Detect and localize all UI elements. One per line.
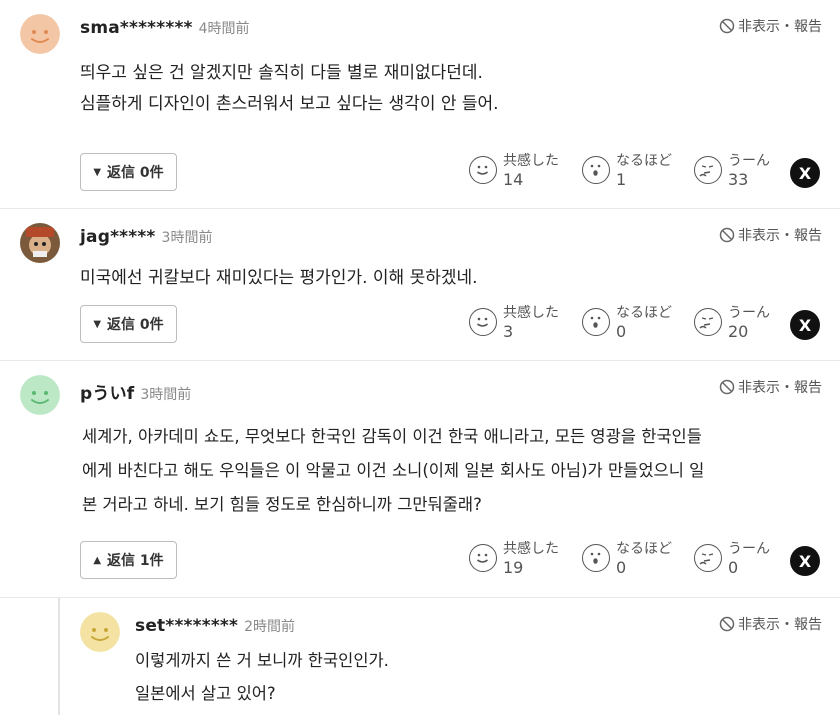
comment-text: 이렇게까지 쓴 거 보니까 한국인인가. 일본에서 살고 있어? bbox=[135, 644, 389, 710]
thinking-icon bbox=[694, 156, 722, 184]
smile-icon bbox=[469, 544, 497, 572]
x-share-button[interactable]: X bbox=[790, 158, 820, 188]
username[interactable]: pういf 3時間前 bbox=[80, 379, 191, 404]
avatar[interactable] bbox=[20, 223, 60, 263]
comment-1: sma******** 4時間前 非表示・報告 띄우고 싶은 건 알겠지만 솔직히… bbox=[0, 0, 840, 208]
comment-2: jag***** 3時間前 非表示・報告 미국에선 귀칼보다 재미있다는 평가인가… bbox=[0, 209, 840, 360]
avatar[interactable] bbox=[80, 612, 120, 652]
username-text[interactable]: pういf bbox=[80, 384, 134, 404]
triangle-down-icon: ▼ bbox=[93, 166, 102, 178]
x-share-button[interactable]: X bbox=[790, 546, 820, 576]
thinking-icon bbox=[694, 308, 722, 336]
hide-report-link[interactable]: 非表示・報告 bbox=[719, 225, 822, 245]
reaction-label: なるほど bbox=[616, 153, 672, 169]
reply-button-label: 返信 0件 bbox=[107, 317, 164, 333]
comment-text: 세계가, 아카데미 쇼도, 무엇보다 한국인 감독이 이건 한국 애니라고, 모… bbox=[82, 420, 704, 522]
reaction-empathy[interactable]: 共感した 14 bbox=[469, 152, 559, 190]
username-text[interactable]: sma******** bbox=[80, 18, 193, 38]
timestamp: 4時間前 bbox=[198, 21, 250, 37]
triangle-up-icon: ▲ bbox=[93, 554, 102, 566]
hide-report-label[interactable]: 非表示・報告 bbox=[738, 225, 822, 245]
x-logo-icon: X bbox=[798, 551, 812, 571]
comment-line: 띄우고 싶은 건 알겠지만 솔직히 다들 별로 재미없다던데. bbox=[80, 63, 483, 83]
surprised-icon bbox=[582, 156, 610, 184]
reaction-label: うーん bbox=[728, 305, 770, 321]
reaction-label: 共感した bbox=[503, 541, 559, 557]
x-share-button[interactable]: X bbox=[790, 310, 820, 340]
comment-line: 에게 바친다고 해도 우익들은 이 악물고 이건 소니(이제 일본 회사도 아님… bbox=[82, 461, 705, 480]
username[interactable]: sma******** 4時間前 bbox=[80, 18, 250, 38]
reaction-count: 3 bbox=[503, 322, 514, 341]
comment-text: 미국에선 귀칼보다 재미있다는 평가인가. 이해 못하겠네. bbox=[80, 263, 478, 294]
reply-button-label: 返信 1件 bbox=[107, 553, 164, 569]
triangle-down-icon: ▼ bbox=[93, 318, 102, 330]
reaction-count: 33 bbox=[728, 170, 749, 189]
reaction-label: うーん bbox=[728, 153, 770, 169]
block-icon bbox=[719, 616, 735, 632]
reaction-count: 0 bbox=[616, 322, 627, 341]
reaction-count: 0 bbox=[728, 558, 739, 577]
timestamp: 2時間前 bbox=[244, 619, 296, 635]
username[interactable]: set******** 2時間前 bbox=[135, 616, 295, 636]
reaction-label: 共感した bbox=[503, 305, 559, 321]
username-text[interactable]: set******** bbox=[135, 616, 238, 636]
reaction-empathy[interactable]: 共感した 3 bbox=[469, 304, 559, 342]
reaction-label: 共感した bbox=[503, 153, 559, 169]
reaction-uun[interactable]: うーん 0 bbox=[694, 540, 770, 578]
comment-line: 본 거라고 하네. 보기 힘들 정도로 한심하니까 그만둬줄래? bbox=[82, 495, 482, 514]
reaction-naruhodo[interactable]: なるほど 0 bbox=[582, 304, 672, 342]
x-logo-icon: X bbox=[798, 163, 812, 183]
comment-line: 일본에서 살고 있어? bbox=[135, 684, 276, 703]
hide-report-label[interactable]: 非表示・報告 bbox=[738, 16, 822, 36]
timestamp: 3時間前 bbox=[161, 230, 213, 246]
reaction-count: 0 bbox=[616, 558, 627, 577]
surprised-icon bbox=[582, 308, 610, 336]
hide-report-link[interactable]: 非表示・報告 bbox=[719, 16, 822, 36]
reaction-label: なるほど bbox=[616, 305, 672, 321]
hide-report-label[interactable]: 非表示・報告 bbox=[738, 377, 822, 397]
reaction-count: 14 bbox=[503, 170, 524, 189]
reply-toggle-button[interactable]: ▼ 返信 0件 bbox=[80, 305, 177, 343]
thinking-icon bbox=[694, 544, 722, 572]
reaction-count: 1 bbox=[616, 170, 627, 189]
comment-text: 띄우고 싶은 건 알겠지만 솔직히 다들 별로 재미없다던데. 심플하게 디자인… bbox=[80, 58, 499, 120]
x-logo-icon: X bbox=[798, 315, 812, 335]
reaction-naruhodo[interactable]: なるほど 0 bbox=[582, 540, 672, 578]
reaction-count: 20 bbox=[728, 322, 749, 341]
hide-report-label[interactable]: 非表示・報告 bbox=[738, 614, 822, 634]
reply-button-label: 返信 0件 bbox=[107, 165, 164, 181]
reaction-label: なるほど bbox=[616, 541, 672, 557]
hide-report-link[interactable]: 非表示・報告 bbox=[719, 614, 822, 634]
smile-icon bbox=[469, 308, 497, 336]
avatar[interactable] bbox=[20, 14, 60, 54]
comment-3: pういf 3時間前 非表示・報告 세계가, 아카데미 쇼도, 무엇보다 한국인 감… bbox=[0, 361, 840, 597]
username[interactable]: jag***** 3時間前 bbox=[80, 227, 212, 247]
reaction-empathy[interactable]: 共感した 19 bbox=[469, 540, 559, 578]
reply-toggle-button[interactable]: ▼ 返信 0件 bbox=[80, 153, 177, 191]
comment-line: 심플하게 디자인이 촌스러워서 보고 싶다는 생각이 안 들어. bbox=[80, 94, 499, 114]
comment-line: 이렇게까지 쓴 거 보니까 한국인인가. bbox=[135, 651, 389, 670]
comment-line: 세계가, 아카데미 쇼도, 무엇보다 한국인 감독이 이건 한국 애니라고, 모… bbox=[82, 427, 702, 446]
reply-comment-1: set******** 2時間前 非表示・報告 이렇게까지 쓴 거 보니까 한국인… bbox=[0, 598, 840, 715]
reaction-naruhodo[interactable]: なるほど 1 bbox=[582, 152, 672, 190]
timestamp: 3時間前 bbox=[140, 387, 192, 403]
reaction-count: 19 bbox=[503, 558, 524, 577]
reaction-uun[interactable]: うーん 20 bbox=[694, 304, 770, 342]
hide-report-link[interactable]: 非表示・報告 bbox=[719, 377, 822, 397]
surprised-icon bbox=[582, 544, 610, 572]
reply-toggle-button[interactable]: ▲ 返信 1件 bbox=[80, 541, 177, 579]
comment-line: 미국에선 귀칼보다 재미있다는 평가인가. 이해 못하겠네. bbox=[80, 268, 478, 288]
smile-icon bbox=[469, 156, 497, 184]
username-text[interactable]: jag***** bbox=[80, 227, 156, 247]
block-icon bbox=[719, 379, 735, 395]
block-icon bbox=[719, 18, 735, 34]
block-icon bbox=[719, 227, 735, 243]
reaction-uun[interactable]: うーん 33 bbox=[694, 152, 770, 190]
avatar[interactable] bbox=[20, 375, 60, 415]
reaction-label: うーん bbox=[728, 541, 770, 557]
